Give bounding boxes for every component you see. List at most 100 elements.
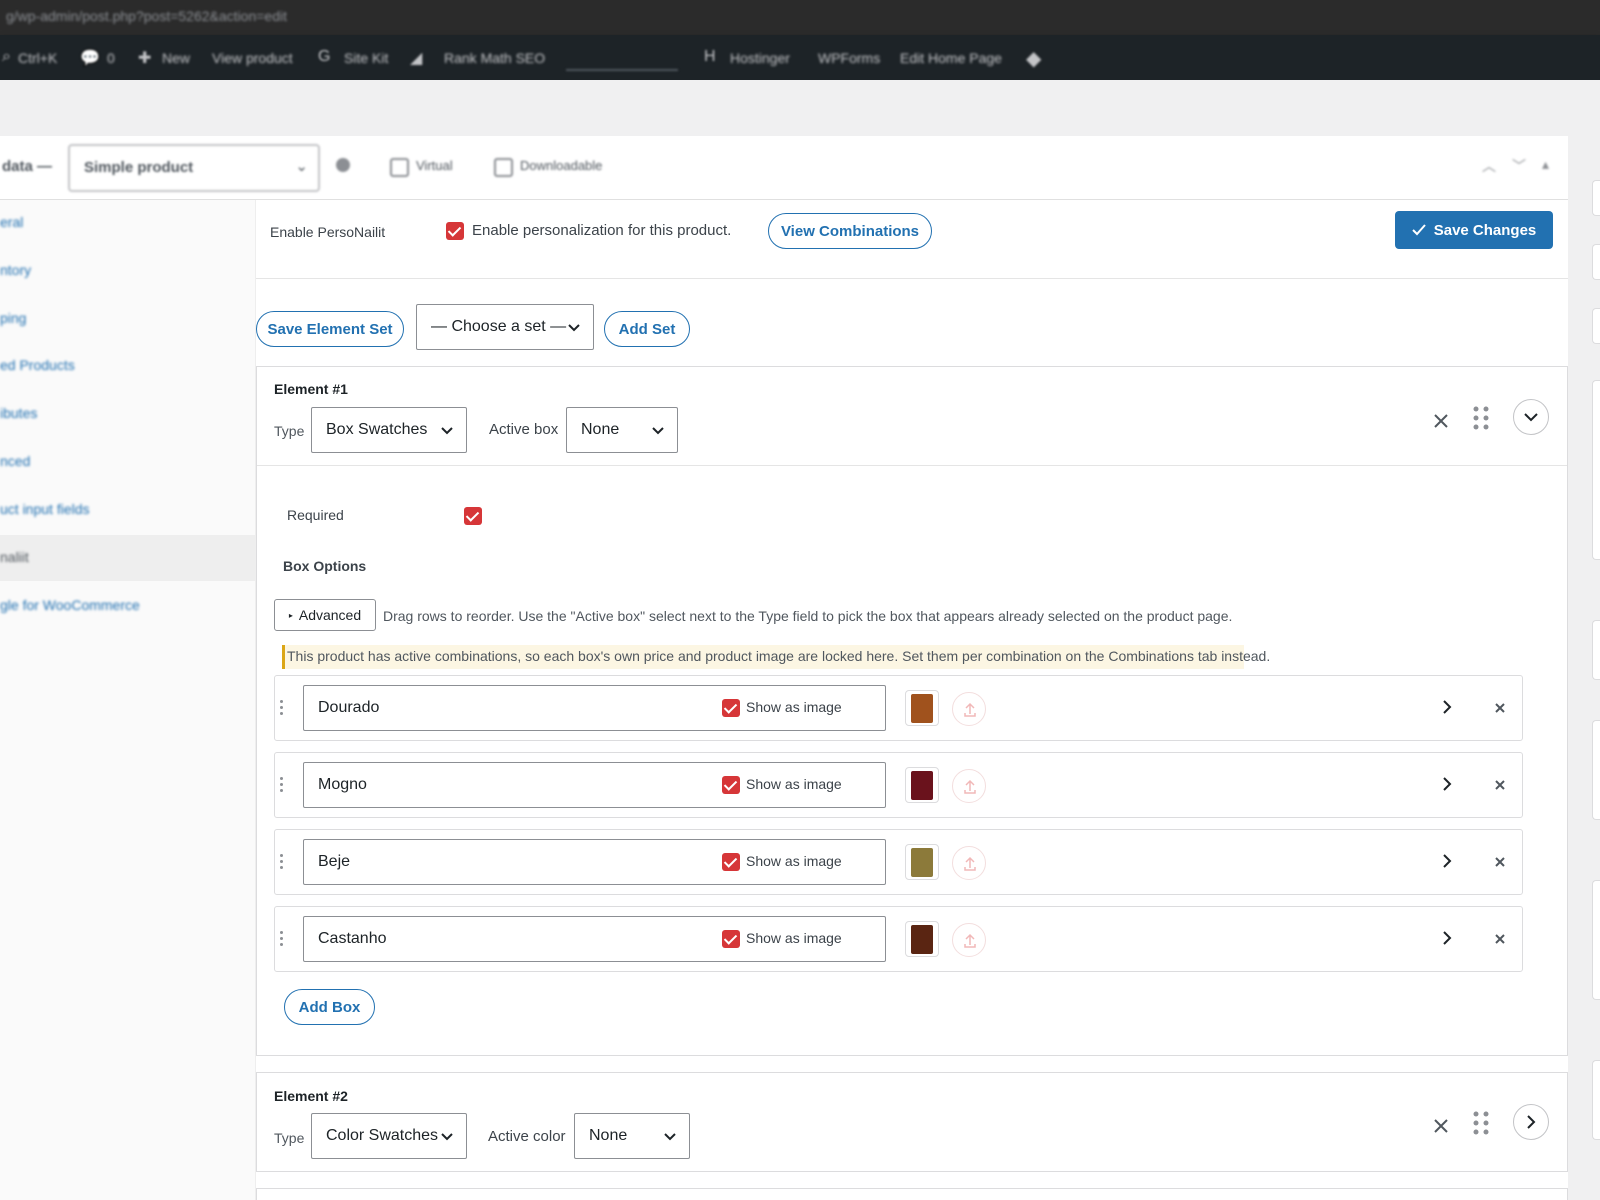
command-palette-shortcut[interactable]: Ctrl+K bbox=[18, 50, 57, 66]
enable-personalization-checkbox[interactable] bbox=[446, 222, 464, 240]
collapse-icon[interactable]: ▴ bbox=[1542, 156, 1549, 173]
remove-box-icon[interactable] bbox=[1494, 779, 1506, 791]
chevron-right-icon[interactable] bbox=[1440, 929, 1454, 947]
row-drag-handle-icon[interactable] bbox=[280, 931, 284, 947]
active-color-label: Active color bbox=[488, 1128, 566, 1145]
box-name-input[interactable]: Dourado Show as image bbox=[303, 685, 886, 731]
view-product-link[interactable]: View product bbox=[212, 50, 293, 66]
row-drag-handle-icon[interactable] bbox=[280, 777, 284, 793]
rank-math-icon[interactable]: ◢ bbox=[410, 48, 422, 68]
browser-url-bar[interactable]: g/wp-admin/post.php?post=5262&action=edi… bbox=[0, 0, 1600, 35]
swatch-image-button[interactable] bbox=[905, 767, 939, 803]
combinations-notice: This product has active combinations, so… bbox=[282, 645, 1270, 669]
active-color-select[interactable]: None bbox=[574, 1113, 690, 1159]
hostinger-menu[interactable]: Hostinger bbox=[730, 50, 790, 66]
element-1-collapse-button[interactable] bbox=[1513, 399, 1549, 435]
downloadable-label: Downloadable bbox=[520, 158, 603, 173]
choose-set-select[interactable]: — Choose a set — bbox=[416, 304, 594, 350]
drag-handle-icon[interactable] bbox=[1471, 1110, 1491, 1136]
save-changes-button[interactable]: Save Changes bbox=[1395, 211, 1553, 249]
wpforms-menu[interactable]: WPForms bbox=[818, 50, 880, 66]
swatch-image-button[interactable] bbox=[905, 844, 939, 880]
box-row[interactable]: Castanho Show as image bbox=[274, 906, 1523, 972]
move-up-icon[interactable]: ︿ bbox=[1482, 156, 1496, 176]
tab-personailit[interactable]: naliit bbox=[0, 535, 256, 581]
product-type-select[interactable]: Simple product ⌄ bbox=[68, 144, 320, 192]
sidebar-box bbox=[1592, 880, 1600, 1000]
show-as-image-checkbox[interactable] bbox=[722, 699, 740, 717]
remove-box-icon[interactable] bbox=[1494, 856, 1506, 868]
upload-button[interactable] bbox=[952, 923, 986, 957]
move-down-icon[interactable]: ﹀ bbox=[1512, 156, 1526, 176]
comments-count[interactable]: 0 bbox=[107, 50, 115, 66]
box-row[interactable]: Mogno Show as image bbox=[274, 752, 1523, 818]
search-icon[interactable]: ⌕ bbox=[2, 48, 11, 66]
tab-inventory[interactable]: ntory bbox=[0, 248, 256, 294]
tab-product-input-fields[interactable]: uct input fields bbox=[0, 487, 256, 533]
show-as-image-checkbox[interactable] bbox=[722, 776, 740, 794]
element-2-type-select[interactable]: Color Swatches bbox=[311, 1113, 467, 1159]
element-1-type-select[interactable]: Box Swatches bbox=[311, 407, 467, 453]
show-as-image-label: Show as image bbox=[746, 776, 842, 792]
upload-button[interactable] bbox=[952, 769, 986, 803]
plus-icon[interactable]: ✚ bbox=[138, 48, 151, 68]
show-as-image-checkbox[interactable] bbox=[722, 930, 740, 948]
tab-label: naliit bbox=[0, 549, 29, 565]
view-combinations-button[interactable]: View Combinations bbox=[768, 213, 932, 249]
sidebar-box bbox=[1592, 380, 1600, 560]
tab-attributes[interactable]: ibutes bbox=[0, 391, 256, 437]
box-name-input[interactable]: Castanho Show as image bbox=[303, 916, 886, 962]
site-kit-icon[interactable]: G bbox=[318, 48, 330, 66]
swatch-image-button[interactable] bbox=[905, 690, 939, 726]
swatch-image-button[interactable] bbox=[905, 921, 939, 957]
site-kit-menu[interactable]: Site Kit bbox=[344, 50, 388, 66]
help-icon[interactable] bbox=[336, 158, 350, 172]
tab-google-for-woocommerce[interactable]: gle for WooCommerce bbox=[0, 583, 256, 629]
box-row[interactable]: Beje Show as image bbox=[274, 829, 1523, 895]
remove-element-icon[interactable] bbox=[1432, 412, 1450, 430]
box-name-input[interactable]: Mogno Show as image bbox=[303, 762, 886, 808]
remove-element-icon[interactable] bbox=[1432, 1117, 1450, 1135]
advanced-toggle-button[interactable]: ▸ Advanced bbox=[274, 599, 376, 631]
element-2-expand-button[interactable] bbox=[1513, 1104, 1549, 1140]
drag-handle-icon[interactable] bbox=[1471, 405, 1491, 431]
add-box-button[interactable]: Add Box bbox=[284, 989, 375, 1025]
comment-icon[interactable]: 💬 bbox=[80, 48, 100, 68]
page-header-gap bbox=[0, 80, 1600, 135]
chevron-right-icon[interactable] bbox=[1440, 852, 1454, 870]
element-2-card: Element #2 Type Color Swatches Active co… bbox=[256, 1072, 1568, 1172]
edit-home-page-link[interactable]: Edit Home Page bbox=[900, 50, 1002, 66]
tab-label: ibutes bbox=[0, 405, 38, 421]
box-row[interactable]: Dourado Show as image bbox=[274, 675, 1523, 741]
show-as-image-label: Show as image bbox=[746, 930, 842, 946]
active-box-select[interactable]: None bbox=[566, 407, 678, 453]
upload-button[interactable] bbox=[952, 692, 986, 726]
upload-button[interactable] bbox=[952, 846, 986, 880]
row-drag-handle-icon[interactable] bbox=[280, 854, 284, 870]
sidebar-box bbox=[1592, 720, 1600, 820]
chevron-down-icon: ⌄ bbox=[295, 158, 308, 175]
remove-box-icon[interactable] bbox=[1494, 933, 1506, 945]
rank-math-menu[interactable]: Rank Math SEO bbox=[444, 50, 545, 66]
diamond-icon[interactable]: ◆ bbox=[1026, 46, 1041, 71]
chevron-right-icon[interactable] bbox=[1440, 698, 1454, 716]
tab-shipping[interactable]: ping bbox=[0, 296, 256, 342]
product-data-metabox: data — Simple product ⌄ Virtual Download… bbox=[0, 136, 1568, 1200]
row-drag-handle-icon[interactable] bbox=[280, 700, 284, 716]
chevron-right-icon[interactable] bbox=[1440, 775, 1454, 793]
show-as-image-checkbox[interactable] bbox=[722, 853, 740, 871]
add-set-button[interactable]: Add Set bbox=[604, 311, 690, 347]
downloadable-checkbox[interactable] bbox=[494, 158, 513, 177]
required-checkbox[interactable] bbox=[464, 507, 482, 525]
save-element-set-button[interactable]: Save Element Set bbox=[256, 311, 404, 347]
remove-box-icon[interactable] bbox=[1494, 702, 1506, 714]
hostinger-icon[interactable]: H bbox=[704, 48, 716, 66]
tab-advanced[interactable]: nced bbox=[0, 439, 256, 485]
tab-general[interactable]: eral bbox=[0, 200, 256, 246]
seo-score-bar bbox=[566, 69, 678, 71]
box-name-input[interactable]: Beje Show as image bbox=[303, 839, 886, 885]
new-menu[interactable]: New bbox=[162, 50, 190, 66]
tab-linked-products[interactable]: ed Products bbox=[0, 343, 256, 389]
divider bbox=[257, 465, 1567, 466]
virtual-checkbox[interactable] bbox=[390, 158, 409, 177]
